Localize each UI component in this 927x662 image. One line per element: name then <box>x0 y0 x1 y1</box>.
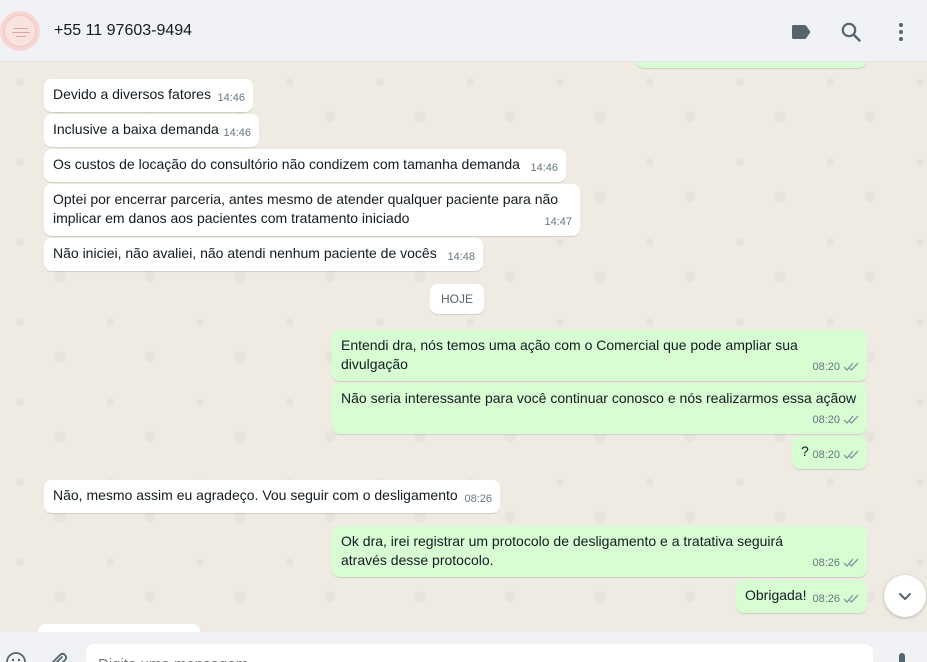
double-check-icon <box>843 362 859 371</box>
message-text: Ok dra, irei registrar um protocolo de d… <box>341 533 783 568</box>
message-time: 08:26 <box>812 557 840 569</box>
composer <box>0 632 927 662</box>
double-check-icon <box>843 594 859 603</box>
message-text: Entendi dra, nós temos uma ação com o Co… <box>341 337 798 372</box>
message-text: Não iniciei, não avaliei, não atendi nen… <box>53 245 437 261</box>
message-bubble[interactable]: Optei por encerrar parceria, antes mesmo… <box>44 184 580 236</box>
message-meta: 08:20 <box>812 446 859 465</box>
message-bubble[interactable]: Ok dra, irei registrar um protocolo de d… <box>332 526 867 577</box>
message-time: 14:46 <box>217 92 245 104</box>
message-meta: 08:20 <box>812 358 859 377</box>
emoji-icon[interactable] <box>4 650 28 662</box>
message-time: 14:46 <box>223 127 251 139</box>
double-check-icon <box>843 415 859 424</box>
double-check-icon <box>843 558 859 567</box>
day-separator: HOJE <box>430 284 484 314</box>
message-meta: 08:26 <box>812 590 859 609</box>
message-bubble[interactable]: Não, mesmo assim eu agradeço. Vou seguir… <box>44 480 500 513</box>
message-time: 08:26 <box>812 593 840 605</box>
double-check-icon <box>843 450 859 459</box>
message-time: 08:20 <box>812 449 840 461</box>
message-text: ? <box>801 443 809 459</box>
message-bubble[interactable]: ? 08:20 <box>792 436 867 469</box>
message-bubble-partial <box>38 624 200 632</box>
message-bubble-partial <box>636 62 866 68</box>
message-bubble[interactable]: Obrigada! 08:26 <box>736 580 867 613</box>
message-text: Devido a diversos fatores <box>53 86 211 102</box>
message-time: 14:48 <box>447 251 475 263</box>
search-icon[interactable] <box>839 20 863 44</box>
message-time: 14:46 <box>530 162 558 174</box>
message-text: Não seria interessante para você continu… <box>341 390 857 406</box>
message-text: Os custos de locação do consultório não … <box>53 156 520 172</box>
message-time: 14:47 <box>544 216 572 228</box>
message-bubble[interactable]: Não iniciei, não avaliei, não atendi nen… <box>44 238 483 271</box>
chat-header: +55 11 97603-9494 <box>0 0 927 62</box>
menu-icon[interactable] <box>889 20 913 44</box>
contact-name[interactable]: +55 11 97603-9494 <box>54 22 192 40</box>
message-text: Não, mesmo assim eu agradeço. Vou seguir… <box>53 487 458 503</box>
message-text: Optei por encerrar parceria, antes mesmo… <box>53 191 559 226</box>
message-time: 08:26 <box>464 493 492 505</box>
message-text: Obrigada! <box>745 587 807 603</box>
message-bubble[interactable]: Devido a diversos fatores 14:46 <box>44 79 253 112</box>
message-bubble[interactable]: Inclusive a baixa demanda 14:46 <box>44 114 259 147</box>
message-bubble[interactable]: Não seria interessante para você continu… <box>332 383 867 434</box>
chevron-down-icon <box>899 593 911 600</box>
message-time: 08:20 <box>812 414 840 426</box>
message-meta: 08:20 <box>812 411 859 430</box>
scroll-to-bottom-button[interactable] <box>884 575 926 617</box>
label-icon[interactable] <box>789 20 813 44</box>
message-meta: 08:26 <box>812 554 859 573</box>
avatar[interactable] <box>0 11 40 51</box>
message-text: Inclusive a baixa demanda <box>53 121 219 137</box>
message-bubble[interactable]: Os custos de locação do consultório não … <box>44 149 566 182</box>
message-bubble[interactable]: Entendi dra, nós temos uma ação com o Co… <box>332 330 867 381</box>
message-list[interactable]: Devido a diversos fatores 14:46 Inclusiv… <box>0 62 927 632</box>
message-input[interactable] <box>86 644 873 662</box>
microphone-icon[interactable] <box>890 650 914 662</box>
message-time: 08:20 <box>812 361 840 373</box>
avatar-logo <box>4 15 36 47</box>
attach-icon[interactable] <box>46 650 70 662</box>
